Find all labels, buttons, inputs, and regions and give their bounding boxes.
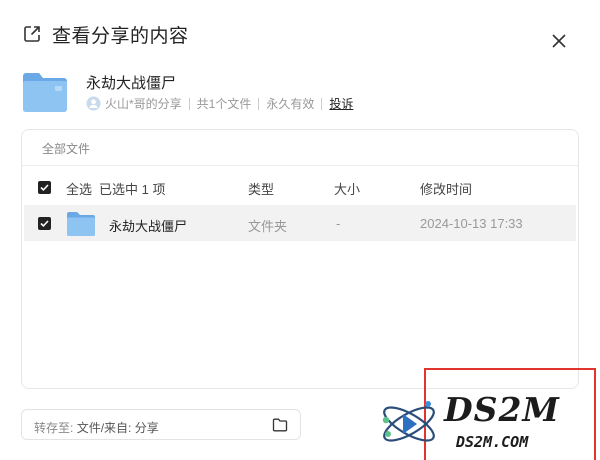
dialog-header: 查看分享的内容 bbox=[22, 20, 189, 48]
watermark-url: DS2M.COM bbox=[456, 433, 529, 451]
dialog-title: 查看分享的内容 bbox=[52, 25, 189, 47]
watermark: DS2M DS2M.COM bbox=[372, 388, 594, 460]
folder-outline-icon bbox=[272, 418, 288, 432]
folder-icon bbox=[67, 212, 95, 236]
select-all-label[interactable]: 全选 bbox=[66, 179, 92, 198]
report-link[interactable]: 投诉 bbox=[329, 95, 353, 112]
file-name: 永劫大战僵尸 bbox=[109, 219, 188, 234]
column-time[interactable]: 修改时间 bbox=[420, 179, 472, 198]
atom-logo-icon bbox=[382, 401, 435, 442]
watermark-brand: DS2M bbox=[444, 390, 560, 429]
save-value: 文件/来自: 分享 bbox=[76, 421, 159, 435]
save-destination-label: 转存至: 文件/来自: 分享 bbox=[34, 419, 159, 436]
file-time: 2024-10-13 17:33 bbox=[420, 216, 523, 231]
save-destination-picker[interactable]: 转存至: 文件/来自: 分享 bbox=[21, 409, 301, 440]
selected-count: 已选中 1 项 bbox=[99, 182, 166, 197]
column-type[interactable]: 类型 bbox=[248, 179, 274, 198]
share-meta: 火山*哥的分享 共1个文件 永久有效 投诉 bbox=[86, 95, 353, 112]
divider bbox=[188, 97, 190, 110]
breadcrumb[interactable]: 全部文件 bbox=[22, 130, 578, 166]
file-size: - bbox=[336, 216, 341, 231]
divider bbox=[258, 97, 260, 110]
select-all-checkbox[interactable] bbox=[38, 181, 51, 194]
file-type: 文件夹 bbox=[248, 219, 288, 234]
check-icon bbox=[40, 220, 49, 228]
close-icon[interactable] bbox=[548, 30, 570, 52]
share-info: 永劫大战僵尸 火山*哥的分享 共1个文件 永久有效 投诉 bbox=[22, 70, 582, 118]
divider bbox=[321, 97, 323, 110]
save-key: 转存至: bbox=[34, 421, 74, 435]
share-name: 永劫大战僵尸 bbox=[86, 75, 177, 92]
share-validity: 永久有效 bbox=[266, 97, 315, 111]
file-panel: 全部文件 全选 已选中 1 项 类型 大小 修改时间 永劫大战僵尸 文件夹 - … bbox=[21, 129, 579, 389]
share-owner: 火山*哥的分享 bbox=[105, 97, 182, 111]
column-size[interactable]: 大小 bbox=[334, 179, 360, 198]
share-external-icon bbox=[24, 26, 40, 42]
avatar-icon bbox=[86, 96, 101, 111]
list-header: 全选 已选中 1 项 类型 大小 修改时间 bbox=[22, 174, 578, 202]
table-row[interactable]: 永劫大战僵尸 文件夹 - 2024-10-13 17:33 bbox=[24, 205, 576, 241]
folder-icon bbox=[23, 73, 67, 112]
row-checkbox[interactable] bbox=[38, 217, 51, 230]
share-file-count: 共1个文件 bbox=[196, 97, 252, 111]
check-icon bbox=[40, 184, 49, 192]
